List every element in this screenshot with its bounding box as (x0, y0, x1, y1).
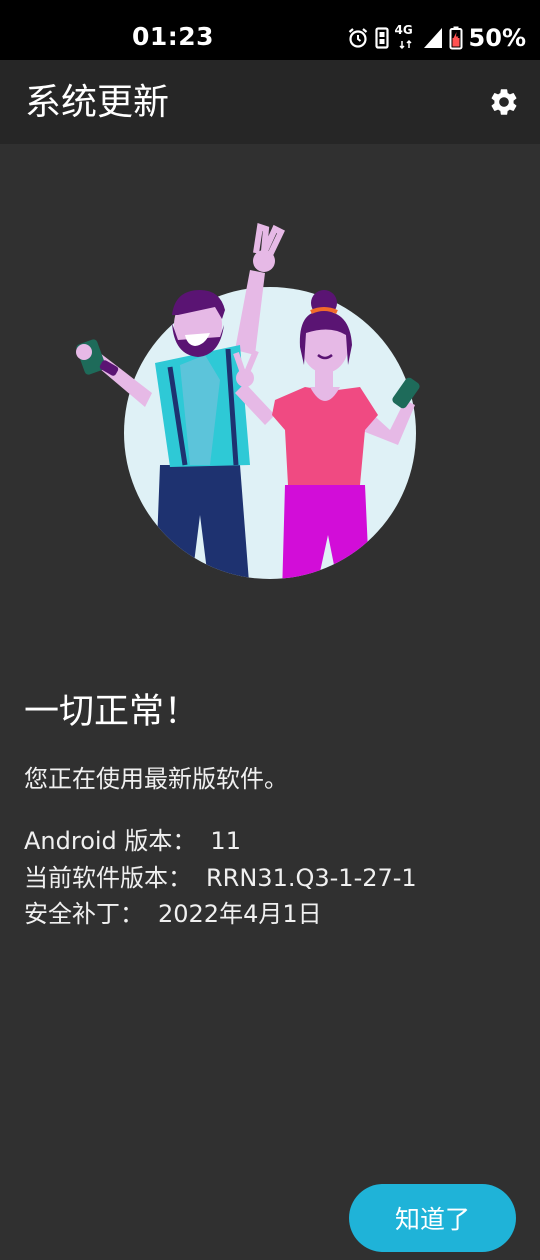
status-time: 01:23 (132, 22, 215, 51)
status-message: 您正在使用最新版软件。 (24, 765, 288, 793)
version-info-list: Android 版本： 11 当前软件版本： RRN31.Q3-1-27-1 安全补… (24, 823, 417, 933)
security-patch-row: 安全补丁： 2022年4月1日 (24, 896, 417, 933)
page-title: 系统更新 (25, 82, 170, 123)
status-icons: 4G 50% (347, 22, 526, 54)
gear-icon (491, 89, 517, 115)
android-version-label: Android 版本： (24, 827, 197, 855)
sim-icon (374, 27, 389, 49)
battery-icon (449, 26, 463, 50)
security-patch-label: 安全补丁： (24, 900, 144, 928)
got-it-button[interactable]: 知道了 (349, 1184, 516, 1252)
software-version-value: RRN31.Q3-1-27-1 (206, 863, 417, 892)
security-patch-value: 2022年4月1日 (158, 900, 322, 928)
settings-button[interactable] (484, 82, 524, 122)
software-version-row: 当前软件版本： RRN31.Q3-1-27-1 (24, 860, 417, 897)
app-bar: 系统更新 (0, 60, 540, 144)
android-version-row: Android 版本： 11 (24, 823, 417, 860)
celebrating-people-illustration (76, 223, 420, 579)
android-version-value: 11 (210, 827, 241, 855)
alarm-icon (347, 27, 369, 49)
battery-percent: 50% (468, 24, 526, 52)
software-version-label: 当前软件版本： (24, 863, 192, 892)
network-type: 4G (395, 23, 417, 51)
status-bar: 01:23 4G 50% (0, 0, 540, 60)
signal-icon (423, 27, 443, 49)
status-headline: 一切正常！ (24, 692, 200, 732)
hero-illustration (60, 215, 460, 595)
